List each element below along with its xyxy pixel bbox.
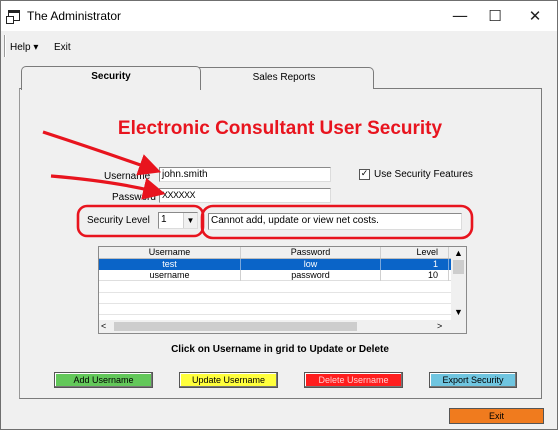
chevron-down-icon[interactable]: ▼ xyxy=(183,213,197,228)
window-title: The Administrator xyxy=(27,9,122,23)
table-row[interactable]: username password 10 xyxy=(99,270,451,281)
scroll-up-icon[interactable]: ▲ xyxy=(451,247,466,259)
cell-password[interactable]: password xyxy=(241,270,381,281)
use-security-label: Use Security Features xyxy=(374,169,473,180)
grid-header: Username Password Level xyxy=(99,247,451,259)
security-level-label: Security Level xyxy=(87,215,150,226)
cell-level[interactable]: 10 xyxy=(381,270,449,281)
scroll-down-icon[interactable]: ▼ xyxy=(451,306,466,318)
app-window: The Administrator — ☐ ✕ Help ▾ Exit Sale… xyxy=(0,0,558,430)
grid-hint-text: Click on Username in grid to Update or D… xyxy=(171,344,389,355)
table-row[interactable]: test low 1 xyxy=(99,259,451,270)
add-username-button[interactable]: Add Username xyxy=(54,372,153,388)
security-level-value: 1 xyxy=(161,214,167,225)
menu-exit[interactable]: Exit xyxy=(54,42,71,53)
export-security-button[interactable]: Export Security xyxy=(429,372,517,388)
use-security-checkbox[interactable]: ✓ xyxy=(359,169,370,180)
menu-help[interactable]: Help ▾ xyxy=(10,42,38,53)
vertical-scroll-thumb[interactable] xyxy=(453,260,464,274)
tab-sales-reports[interactable]: Sales Reports xyxy=(194,67,374,89)
security-level-select[interactable]: 1 ▼ xyxy=(158,212,198,229)
cell-username[interactable]: username xyxy=(99,270,241,281)
scroll-right-icon[interactable]: > xyxy=(437,320,442,333)
scroll-corner xyxy=(451,320,466,333)
title-bar[interactable]: The Administrator — ☐ ✕ xyxy=(1,1,557,31)
username-input[interactable]: john.smith xyxy=(159,167,331,182)
minimize-button[interactable]: — xyxy=(442,1,478,31)
menu-grip xyxy=(4,35,6,57)
cell-password[interactable]: low xyxy=(241,259,381,270)
column-header-password[interactable]: Password xyxy=(241,247,381,258)
scroll-left-icon[interactable]: < xyxy=(101,320,106,333)
column-header-level[interactable]: Level xyxy=(381,247,449,258)
cell-username[interactable]: test xyxy=(99,259,241,270)
menu-bar xyxy=(1,31,557,61)
username-label: Username xyxy=(104,171,151,182)
exit-button[interactable]: Exit xyxy=(449,408,544,424)
users-grid[interactable]: Username Password Level test low 1 usern… xyxy=(98,246,467,334)
column-header-username[interactable]: Username xyxy=(99,247,241,258)
grid-empty-row xyxy=(99,303,451,304)
update-username-button[interactable]: Update Username xyxy=(179,372,278,388)
vertical-scrollbar[interactable]: ▲ ▼ xyxy=(451,247,466,320)
grid-empty-row xyxy=(99,314,451,315)
maximize-button[interactable]: ☐ xyxy=(477,1,513,31)
delete-username-button[interactable]: Delete Username xyxy=(304,372,403,388)
password-label: Password xyxy=(112,192,156,203)
tab-security[interactable]: Security xyxy=(21,66,201,90)
password-input[interactable]: XXXXXX xyxy=(159,188,331,203)
security-level-description: Cannot add, update or view net costs. xyxy=(208,213,462,230)
grid-empty-row xyxy=(99,292,451,293)
app-window-icon xyxy=(6,10,20,24)
close-button[interactable]: ✕ xyxy=(517,1,553,31)
cell-level[interactable]: 1 xyxy=(381,259,449,270)
horizontal-scroll-thumb[interactable] xyxy=(114,322,357,331)
page-title: Electronic Consultant User Security xyxy=(117,118,443,139)
horizontal-scrollbar[interactable]: < > xyxy=(99,320,451,333)
